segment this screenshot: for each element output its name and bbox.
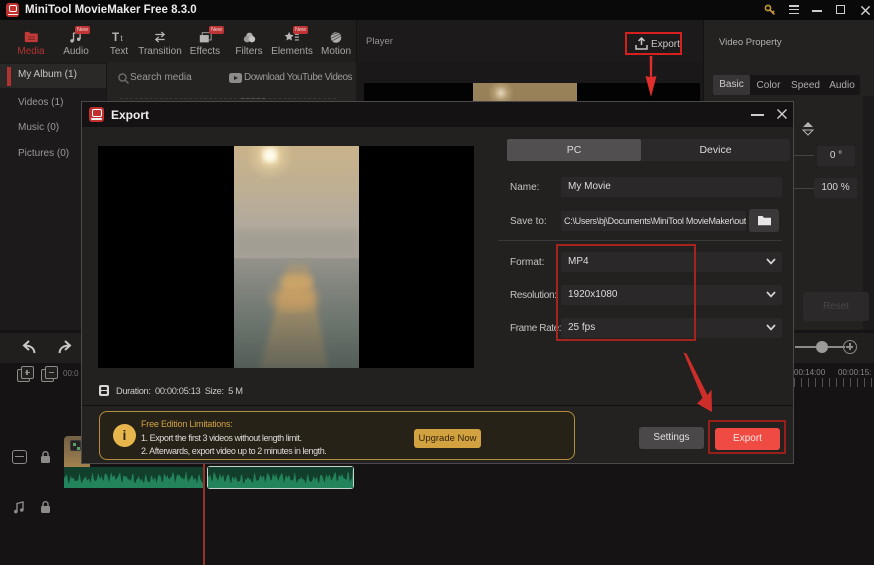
svg-text:t: t bbox=[120, 33, 123, 43]
svg-text:T: T bbox=[112, 31, 119, 44]
